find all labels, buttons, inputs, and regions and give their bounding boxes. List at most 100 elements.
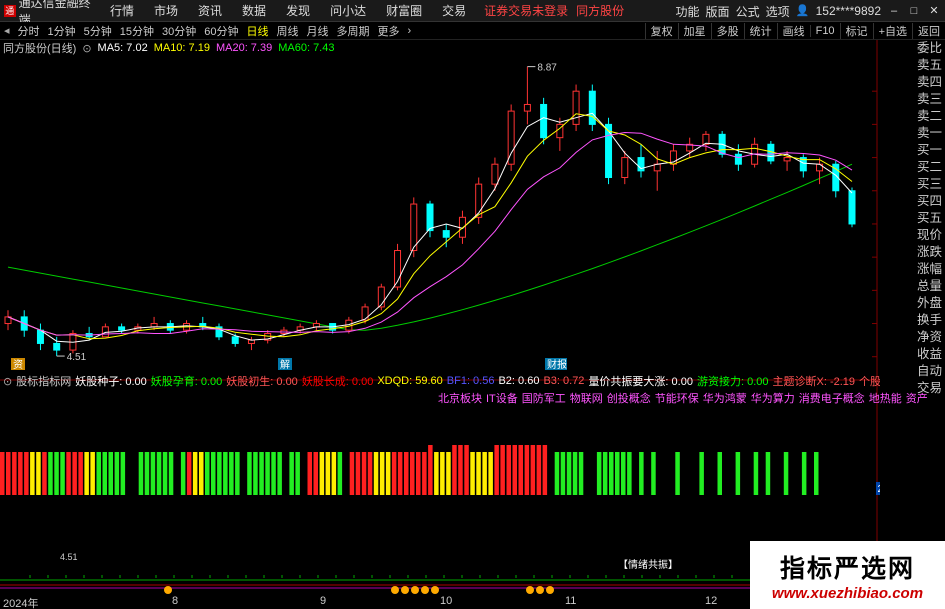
indicator-bar — [78, 452, 83, 495]
x-axis: 2024年 8 9 10 11 12 — [0, 595, 750, 609]
lower-indicator: 【情绪共振】 4.51 — [0, 552, 750, 594]
sector-tag[interactable]: 华为算力 — [751, 390, 795, 405]
quote-label[interactable]: 卖四 — [917, 74, 945, 91]
sector-tag[interactable]: 消费电子概念 — [799, 390, 865, 405]
quote-label[interactable]: 买四 — [917, 193, 945, 210]
menu-news[interactable]: 资讯 — [188, 2, 232, 19]
quote-label[interactable]: 外盘 — [917, 295, 945, 312]
indicator-bar — [247, 452, 252, 495]
menu-market[interactable]: 市场 — [144, 2, 188, 19]
period-monthly[interactable]: 月线 — [303, 23, 333, 39]
indicator-bar — [235, 452, 240, 495]
period-1min[interactable]: 1分钟 — [44, 23, 80, 39]
btn-mark[interactable]: 标记 — [839, 23, 873, 39]
indicator-value: 妖股孕育: 0.00 — [150, 376, 223, 388]
login-status[interactable]: 证券交易未登录 — [476, 2, 576, 19]
quote-label[interactable]: 涨跌 — [917, 244, 945, 261]
sector-tag[interactable]: 节能环保 — [655, 390, 699, 405]
ma60-label: MA60: 7.43 — [278, 42, 335, 54]
lower-marker-label: 4.51 — [60, 552, 78, 562]
indicator-bar — [367, 452, 373, 495]
quote-label[interactable]: 换手 — [917, 312, 945, 329]
period-30min[interactable]: 30分钟 — [158, 23, 200, 39]
period-weekly[interactable]: 周线 — [273, 23, 303, 39]
indicator-bar — [331, 452, 337, 495]
menu-formula[interactable]: 公式 — [736, 3, 760, 20]
period-timeshare[interactable]: 分时 — [14, 23, 44, 39]
sector-tag[interactable]: 北京板块 — [438, 390, 482, 405]
chevron-right-icon[interactable]: › — [404, 25, 416, 37]
indicator-bar — [223, 452, 228, 495]
btn-f10[interactable]: F10 — [809, 25, 840, 37]
quote-label[interactable]: 净资 — [917, 329, 945, 346]
btn-multi-stock[interactable]: 多股 — [710, 23, 744, 39]
candle-body — [507, 110, 515, 165]
menu-ask-xiaoda[interactable]: 问小达 — [320, 2, 376, 19]
menu-layout[interactable]: 版面 — [706, 3, 730, 20]
quote-label[interactable]: 卖五 — [917, 57, 945, 74]
sector-tag[interactable]: IT设备 — [486, 390, 518, 405]
maximize-icon[interactable]: □ — [907, 4, 921, 18]
indicator-name[interactable]: 股标指标网 — [16, 373, 71, 389]
menu-discover[interactable]: 发现 — [276, 2, 320, 19]
sector-tag[interactable]: 创投概念 — [607, 390, 651, 405]
quote-label[interactable]: 涨幅 — [917, 261, 945, 278]
candle-body — [540, 103, 548, 139]
menu-quotes[interactable]: 行情 — [100, 2, 144, 19]
candle-body — [588, 90, 596, 125]
user-icon[interactable]: 👤 — [796, 4, 810, 18]
sector-tag[interactable]: 资产 — [906, 390, 928, 405]
user-id[interactable]: 152****9892 — [816, 4, 881, 18]
menu-function[interactable]: 功能 — [676, 3, 700, 20]
quote-label[interactable]: 自动 — [917, 363, 945, 380]
quote-label[interactable]: 买三 — [917, 176, 945, 193]
quote-label[interactable]: 买五 — [917, 210, 945, 227]
period-more[interactable]: 更多 — [374, 23, 404, 39]
sector-tag[interactable]: 物联网 — [570, 390, 603, 405]
x-label-aug: 8 — [172, 595, 179, 607]
period-daily[interactable]: 日线 — [243, 23, 273, 39]
sector-tag[interactable]: 地热能 — [869, 390, 902, 405]
indicator-bar — [506, 445, 511, 495]
menu-options[interactable]: 选项 — [766, 3, 790, 20]
event-marker-label: 资 — [13, 359, 23, 371]
quote-label[interactable]: 卖三 — [917, 91, 945, 108]
ma-toggle-icon[interactable]: ⊙ — [82, 42, 91, 55]
period-5min[interactable]: 5分钟 — [80, 23, 116, 39]
quote-label[interactable]: 现价 — [917, 227, 945, 244]
quote-label[interactable]: 总量 — [917, 278, 945, 295]
coin-icon — [431, 586, 439, 594]
btn-add-watchlist[interactable]: +自选 — [872, 23, 912, 39]
quote-label[interactable]: 委比 — [917, 40, 945, 57]
sector-tag[interactable]: 国防军工 — [522, 390, 566, 405]
candle-body — [458, 216, 466, 238]
btn-adjust[interactable]: 复权 — [644, 23, 678, 39]
menu-trade[interactable]: 交易 — [432, 2, 476, 19]
indicator-bar — [385, 452, 391, 495]
indicator-bar — [440, 452, 445, 495]
close-icon[interactable]: ✕ — [927, 4, 941, 18]
menu-wealth-circle[interactable]: 财富圈 — [376, 2, 432, 19]
period-15min[interactable]: 15分钟 — [116, 23, 158, 39]
quote-label[interactable]: 收益 — [917, 346, 945, 363]
btn-back[interactable]: 返回 — [912, 23, 945, 39]
quote-label[interactable]: 卖一 — [917, 125, 945, 142]
btn-stats[interactable]: 统计 — [743, 23, 777, 39]
back-arrow-icon[interactable]: ◂ — [0, 24, 14, 37]
indicator-bar — [596, 452, 602, 495]
quote-label[interactable]: 买一 — [917, 142, 945, 159]
minimize-icon[interactable]: – — [887, 4, 901, 18]
quote-label[interactable]: 卖二 — [917, 108, 945, 125]
btn-star[interactable]: 加星 — [677, 23, 711, 39]
indicator-bar — [609, 452, 614, 495]
indicator-bar — [60, 452, 65, 495]
period-60min[interactable]: 60分钟 — [200, 23, 242, 39]
quote-label[interactable]: 买二 — [917, 159, 945, 176]
indicator-bar — [735, 452, 741, 495]
kline-chart[interactable]: 8.508.007.507.006.506.005.505.004.508.87… — [0, 40, 880, 595]
btn-draw-line[interactable]: 画线 — [776, 23, 810, 39]
sector-tag[interactable]: 华为鸿蒙 — [703, 390, 747, 405]
period-multi[interactable]: 多周期 — [333, 23, 374, 39]
menu-data[interactable]: 数据 — [232, 2, 276, 19]
indicator-toggle-icon[interactable]: ⊙ — [3, 375, 12, 388]
